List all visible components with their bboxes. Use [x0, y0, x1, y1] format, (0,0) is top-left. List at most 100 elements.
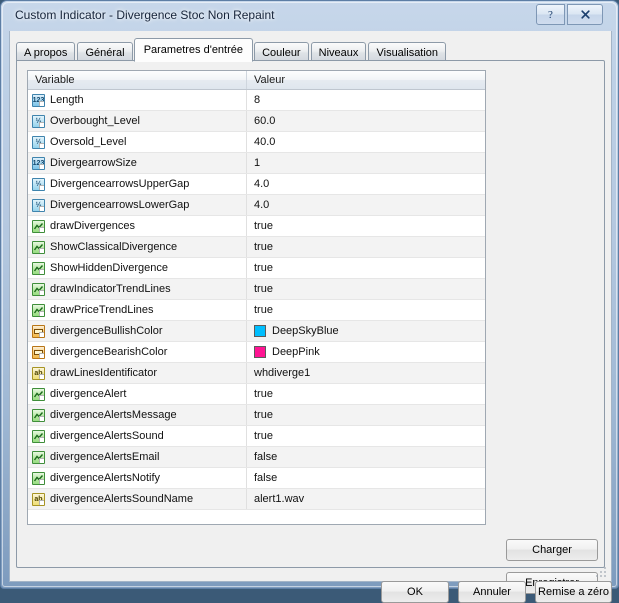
table-row[interactable]: ½ DivergencearrowsUpperGap 4.0: [28, 174, 485, 195]
tab-parametres-d-entree[interactable]: Parametres d'entrée: [133, 38, 254, 62]
table-row[interactable]: drawPriceTrendLines true: [28, 300, 485, 321]
tab-couleur[interactable]: Couleur: [254, 42, 309, 62]
cell-variable: ½ DivergencearrowsUpperGap: [28, 174, 247, 194]
cell-value[interactable]: 4.0: [247, 174, 485, 194]
cell-value[interactable]: true: [247, 237, 485, 257]
cell-value[interactable]: true: [247, 258, 485, 278]
color-swatch: [254, 325, 266, 337]
variable-name: DivergencearrowsLowerGap: [50, 199, 190, 211]
load-button[interactable]: Charger: [506, 539, 598, 561]
cell-variable: drawDivergences: [28, 216, 247, 236]
value-text: true: [254, 262, 273, 274]
cell-value[interactable]: true: [247, 405, 485, 425]
close-button[interactable]: [567, 4, 603, 25]
color-swatch: [254, 346, 266, 358]
tab-page-input-parameters: Variable Valeur 123 Length 8 ½ Overbought_Le…: [16, 60, 605, 594]
help-button[interactable]: ?: [536, 4, 565, 25]
value-text: true: [254, 304, 273, 316]
cell-value[interactable]: false: [247, 447, 485, 467]
tab-a-propos[interactable]: A propos: [16, 42, 76, 62]
cell-value[interactable]: whdiverge1: [247, 363, 485, 383]
dialog-window: Custom Indicator - Divergence Stoc Non R…: [0, 0, 619, 603]
cell-variable: drawPriceTrendLines: [28, 300, 247, 320]
icon-dogear: [39, 100, 44, 106]
tab-visualisation[interactable]: Visualisation: [368, 42, 447, 62]
variable-name: divergenceAlertsSoundName: [50, 493, 194, 505]
bool-icon: [32, 261, 45, 275]
value-text: 8: [254, 94, 261, 106]
variable-name: divergenceAlertsSound: [50, 430, 164, 442]
cell-value[interactable]: DeepSkyBlue: [247, 321, 485, 341]
table-row[interactable]: divergenceAlertsMessage true: [28, 405, 485, 426]
resize-grip-icon[interactable]: [595, 566, 607, 578]
table-row[interactable]: divergenceAlertsEmail false: [28, 447, 485, 468]
cell-value[interactable]: true: [247, 216, 485, 236]
table-row[interactable]: divergenceAlertsSound true: [28, 426, 485, 447]
cell-value[interactable]: 40.0: [247, 132, 485, 152]
cell-variable: ShowHiddenDivergence: [28, 258, 247, 278]
value-text: alert1.wav: [254, 493, 305, 505]
cell-value[interactable]: DeepPink: [247, 342, 485, 362]
column-header-variable[interactable]: Variable: [28, 71, 247, 89]
bool-icon: [32, 408, 45, 422]
table-row[interactable]: ½ Overbought_Level 60.0: [28, 111, 485, 132]
cell-value[interactable]: false: [247, 468, 485, 488]
color-icon: [32, 345, 45, 359]
icon-dogear: [39, 226, 44, 232]
table-row[interactable]: divergenceBearishColor DeepPink: [28, 342, 485, 363]
cell-value[interactable]: 60.0: [247, 111, 485, 131]
table-row[interactable]: ½ DivergencearrowsLowerGap 4.0: [28, 195, 485, 216]
bool-icon: [32, 450, 45, 464]
cell-value[interactable]: true: [247, 384, 485, 404]
table-row[interactable]: divergenceAlert true: [28, 384, 485, 405]
value-text: 40.0: [254, 136, 276, 148]
svg-text:?: ?: [548, 9, 553, 21]
bool-icon: [32, 471, 45, 485]
table-row[interactable]: divergenceBullishColor DeepSkyBlue: [28, 321, 485, 342]
cell-variable: divergenceBearishColor: [28, 342, 247, 362]
cell-value[interactable]: true: [247, 426, 485, 446]
table-row[interactable]: drawDivergences true: [28, 216, 485, 237]
cell-variable: divergenceAlertsSound: [28, 426, 247, 446]
table-row[interactable]: 123 Length 8: [28, 90, 485, 111]
value-text: true: [254, 241, 273, 253]
ok-button[interactable]: OK: [381, 581, 449, 603]
cell-value[interactable]: 4.0: [247, 195, 485, 215]
variable-name: divergenceAlertsNotify: [50, 472, 161, 484]
tab-general[interactable]: Général: [77, 42, 133, 62]
bool-icon: [32, 303, 45, 317]
cell-value[interactable]: true: [247, 279, 485, 299]
variable-name: divergenceBullishColor: [50, 325, 163, 337]
int-icon: 123: [32, 93, 45, 107]
color-icon: [32, 324, 45, 338]
variable-name: Overbought_Level: [50, 115, 140, 127]
question-mark-icon: ?: [548, 9, 553, 21]
double-icon: ½: [32, 177, 45, 191]
variable-name: ShowClassicalDivergence: [50, 241, 178, 253]
parameters-grid[interactable]: Variable Valeur 123 Length 8 ½ Overbought_Le…: [27, 70, 486, 525]
icon-dogear: [39, 268, 44, 274]
cell-value[interactable]: 8: [247, 90, 485, 110]
table-row[interactable]: 123 DivergearrowSize 1: [28, 153, 485, 174]
table-row[interactable]: ShowHiddenDivergence true: [28, 258, 485, 279]
table-row[interactable]: ShowClassicalDivergence true: [28, 237, 485, 258]
variable-name: divergenceAlert: [50, 388, 127, 400]
variable-name: divergenceBearishColor: [50, 346, 168, 358]
table-row[interactable]: ½ Oversold_Level 40.0: [28, 132, 485, 153]
cell-value[interactable]: true: [247, 300, 485, 320]
grid-header-row: Variable Valeur: [28, 71, 485, 90]
variable-name: DivergencearrowsUpperGap: [50, 178, 190, 190]
close-icon: [580, 10, 590, 19]
variable-name: Oversold_Level: [50, 136, 127, 148]
table-row[interactable]: drawIndicatorTrendLines true: [28, 279, 485, 300]
tab-niveaux[interactable]: Niveaux: [310, 42, 367, 62]
cancel-button[interactable]: Annuler: [458, 581, 526, 603]
column-header-valeur[interactable]: Valeur: [247, 71, 485, 89]
reset-button[interactable]: Remise a zéro: [535, 581, 612, 603]
value-text: 4.0: [254, 178, 270, 190]
table-row[interactable]: divergenceAlertsNotify false: [28, 468, 485, 489]
table-row[interactable]: ab divergenceAlertsSoundName alert1.wav: [28, 489, 485, 510]
cell-value[interactable]: alert1.wav: [247, 489, 485, 509]
table-row[interactable]: ab drawLinesIdentificator whdiverge1: [28, 363, 485, 384]
cell-value[interactable]: 1: [247, 153, 485, 173]
